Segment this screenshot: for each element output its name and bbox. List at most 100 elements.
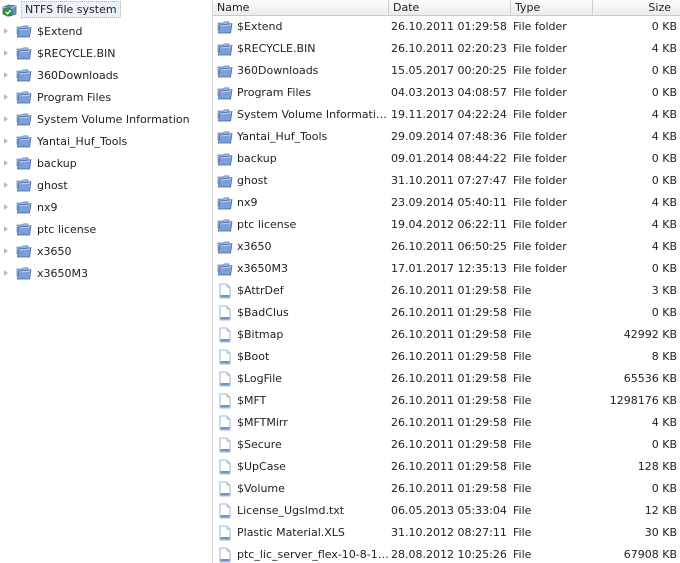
column-header-type[interactable]: Type [511,0,593,15]
file-icon [217,327,233,343]
expand-arrow-icon[interactable] [3,28,9,34]
expand-arrow-icon[interactable] [3,72,9,78]
tree-item[interactable]: System Volume Information [0,108,190,130]
table-row[interactable]: x3650 26.10.2011 06:50:25 File folder 4 KB [213,236,680,258]
table-row[interactable]: $Secure 26.10.2011 01:29:58 File 0 KB [213,434,680,456]
table-row[interactable]: $BadClus 26.10.2011 01:29:58 File 0 KB [213,302,680,324]
file-icon [217,547,233,563]
cell-date: 26.10.2011 01:29:58 [391,482,507,495]
table-row[interactable]: System Volume Information 19.11.2017 04:2… [213,104,680,126]
file-name: $Extend [237,20,283,33]
cell-size: 0 KB [651,262,677,275]
table-row[interactable]: License_Ugslmd.txt 06.05.2013 05:33:04 Fil… [213,500,680,522]
cell-date: 26.10.2011 01:29:58 [391,372,507,385]
folder-icon [217,107,233,123]
file-name: $Secure [237,438,282,451]
cell-date: 09.01.2014 08:44:22 [391,152,507,165]
table-row[interactable]: backup 09.01.2014 08:44:22 File folder 0 KB [213,148,680,170]
cell-name: Yantai_Huf_Tools [217,126,389,148]
expand-arrow-icon[interactable] [3,204,9,210]
tree-item[interactable]: Program Files [0,86,111,108]
table-row[interactable]: $Extend 26.10.2011 01:29:58 File folder 0 K… [213,16,680,38]
cell-type: File folder [513,240,567,253]
tree-item[interactable]: $Extend [0,20,83,42]
folder-icon [217,129,233,145]
table-row[interactable]: $UpCase 26.10.2011 01:29:58 File 128 KB [213,456,680,478]
table-row[interactable]: $Bitmap 26.10.2011 01:29:58 File 42992 KB [213,324,680,346]
cell-name: nx9 [217,192,389,214]
expand-arrow-icon[interactable] [3,50,9,56]
table-row[interactable]: $RECYCLE.BIN 26.10.2011 02:20:23 File fold… [213,38,680,60]
expand-arrow-icon[interactable] [3,160,9,166]
tree-item[interactable]: ghost [0,174,68,196]
tree-item[interactable]: Yantai_Huf_Tools [0,130,127,152]
tree-item-label: x3650 [37,244,72,258]
tree-item[interactable]: x3650M3 [0,262,88,284]
file-icon [217,371,233,387]
table-row[interactable]: nx9 23.09.2014 05:40:11 File folder 4 KB [213,192,680,214]
cell-size: 4 KB [651,218,677,231]
folder-icon [16,265,32,281]
cell-name: x3650M3 [217,258,389,280]
file-name: $RECYCLE.BIN [237,42,316,55]
table-row[interactable]: x3650M3 17.01.2017 12:35:13 File folder 0 K… [213,258,680,280]
cell-size: 4 KB [651,130,677,143]
file-name: $Bitmap [237,328,284,341]
cell-name: $Secure [217,434,389,456]
tree-item[interactable]: x3650 [0,240,72,262]
tree-item[interactable]: $RECYCLE.BIN [0,42,115,64]
column-header-date[interactable]: Date [389,0,511,15]
file-name: $Volume [237,482,285,495]
file-name: nx9 [237,196,258,209]
file-icon [217,349,233,365]
tree-item[interactable]: backup [0,152,77,174]
expand-arrow-icon[interactable] [3,248,9,254]
tree-item-label: ghost [37,178,68,192]
table-row[interactable]: ghost 31.10.2011 07:27:47 File folder 0 KB [213,170,680,192]
cell-date: 26.10.2011 01:29:58 [391,284,507,297]
cell-date: 23.09.2014 05:40:11 [391,196,507,209]
table-row[interactable]: $LogFile 26.10.2011 01:29:58 File 65536 KB [213,368,680,390]
folder-icon [217,85,233,101]
cell-type: File [513,460,532,473]
file-icon [217,393,233,409]
list-header: Name Date Type Size [213,0,680,16]
cell-name: $UpCase [217,456,389,478]
cell-size: 4 KB [651,196,677,209]
folder-tree: NTFS file system $Extend $RECYCLE.BIN 360D… [0,0,210,563]
tree-root-ntfs[interactable]: NTFS file system [2,1,121,18]
expand-arrow-icon[interactable] [3,182,9,188]
table-row[interactable]: $AttrDef 26.10.2011 01:29:58 File 3 KB [213,280,680,302]
cell-date: 26.10.2011 01:29:58 [391,328,507,341]
tree-item-label: Program Files [37,90,112,104]
column-header-size[interactable]: Size [593,0,680,15]
cell-date: 26.10.2011 01:29:58 [391,394,507,407]
table-row[interactable]: ptc license 19.04.2012 06:22:11 File folde… [213,214,680,236]
table-row[interactable]: $Boot 26.10.2011 01:29:58 File 8 KB [213,346,680,368]
cell-name: Plastic Material.XLS [217,522,389,544]
folder-icon [16,199,32,215]
table-row[interactable]: $MFT 26.10.2011 01:29:58 File 1298176 KB [213,390,680,412]
expand-arrow-icon[interactable] [3,138,9,144]
table-row[interactable]: $MFTMirr 26.10.2011 01:29:58 File 4 KB [213,412,680,434]
tree-item[interactable]: ptc license [0,218,96,240]
tree-item[interactable]: nx9 [0,196,57,218]
column-header-name[interactable]: Name [213,0,389,15]
expand-arrow-icon[interactable] [3,270,9,276]
table-row[interactable]: Yantai_Huf_Tools 29.09.2014 07:48:36 File … [213,126,680,148]
tree-item-label: x3650M3 [37,266,88,280]
expand-arrow-icon[interactable] [3,94,9,100]
cell-name: $Extend [217,16,389,38]
table-row[interactable]: ptc_lic_server_flex-10-8-10... 28.08.2012… [213,544,680,563]
expand-arrow-icon[interactable] [3,226,9,232]
table-row[interactable]: $Volume 26.10.2011 01:29:58 File 0 KB [213,478,680,500]
cell-type: File folder [513,108,567,121]
cell-date: 29.09.2014 07:48:36 [391,130,507,143]
table-row[interactable]: 360Downloads 15.05.2017 00:20:25 File fold… [213,60,680,82]
cell-name: backup [217,148,389,170]
expand-arrow-icon[interactable] [3,116,9,122]
table-row[interactable]: Plastic Material.XLS 31.10.2012 08:27:11 F… [213,522,680,544]
cell-size: 0 KB [651,174,677,187]
table-row[interactable]: Program Files 04.03.2013 04:08:57 File fol… [213,82,680,104]
tree-item[interactable]: 360Downloads [0,64,118,86]
